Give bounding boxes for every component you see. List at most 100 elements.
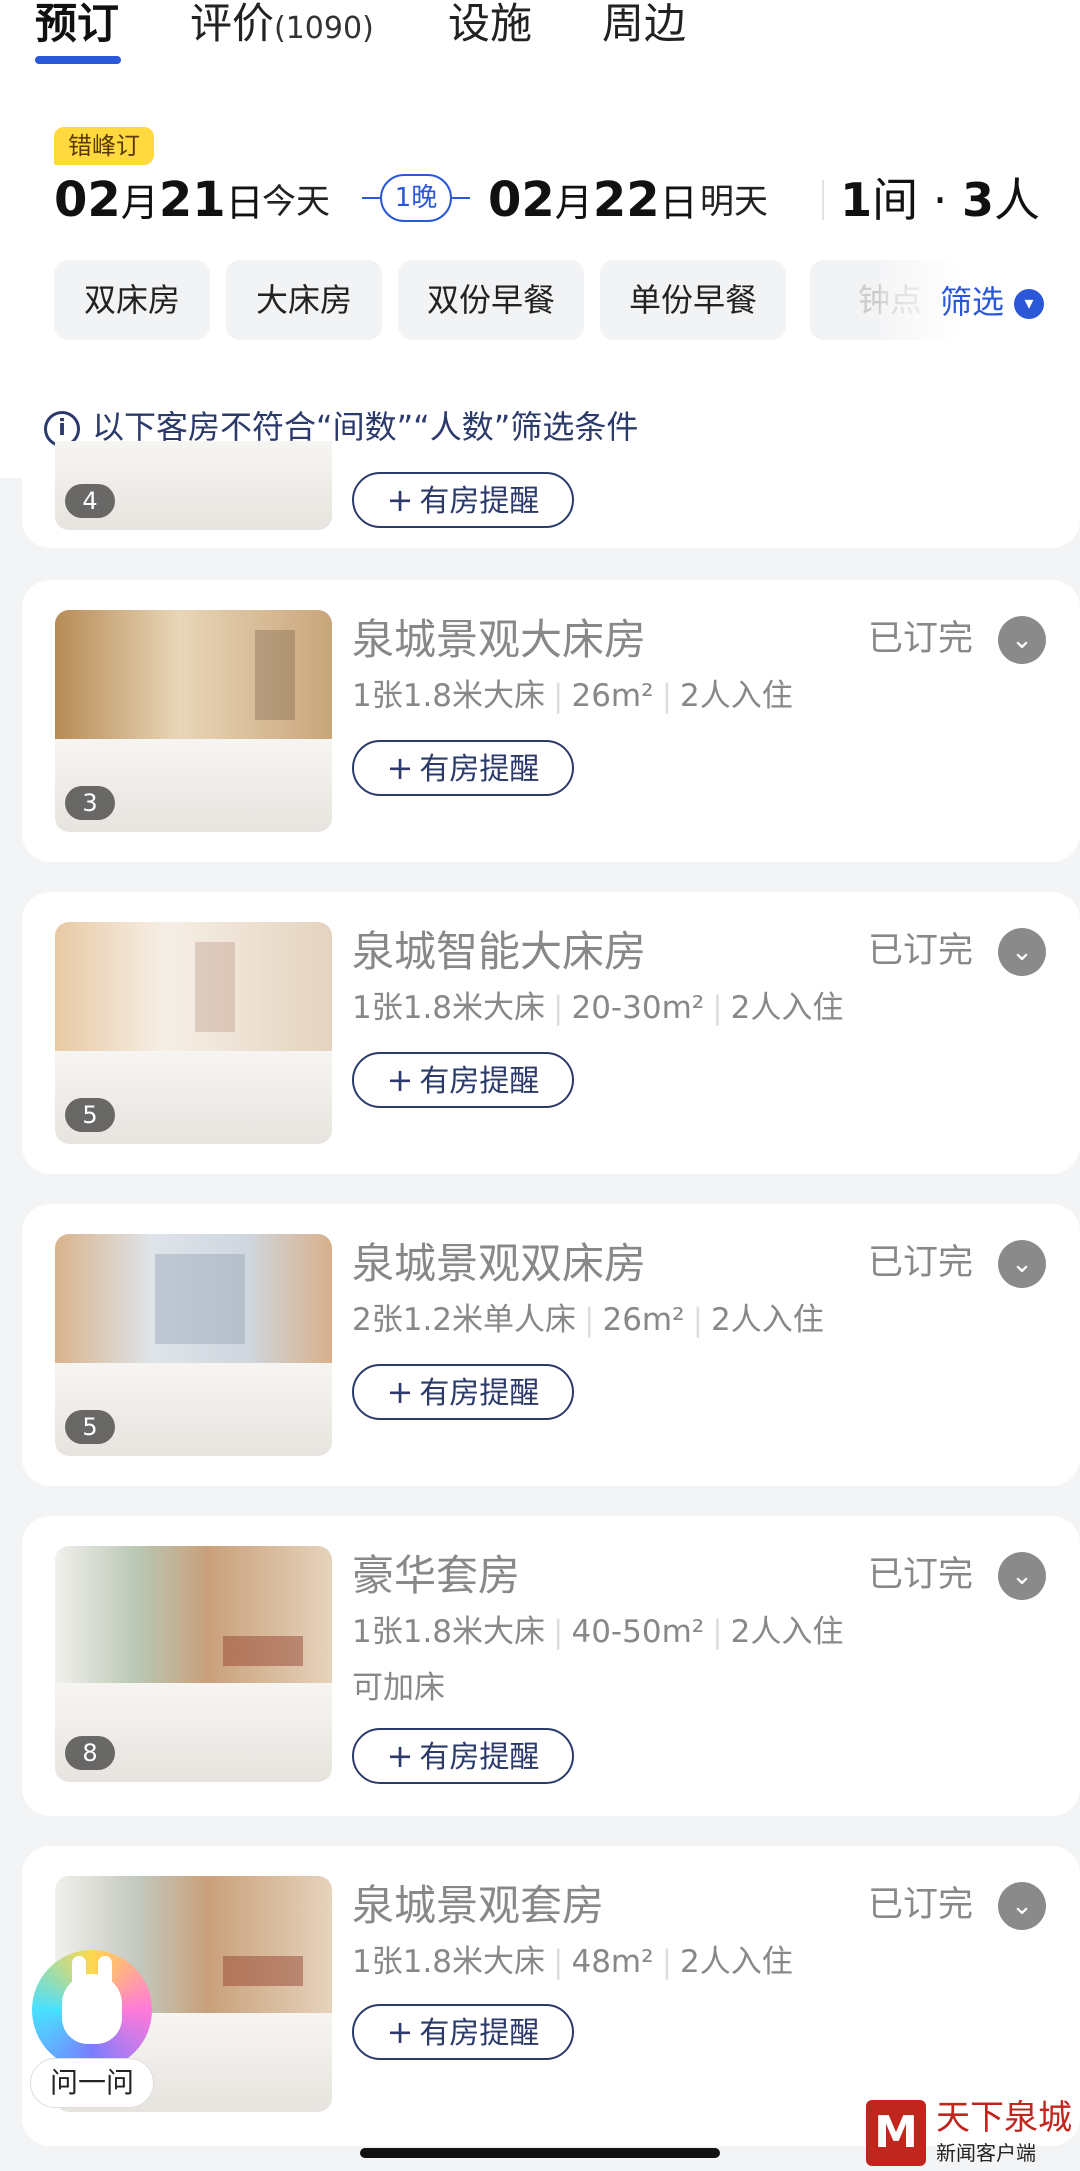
- occupancy: 2人入住: [711, 1302, 824, 1338]
- room-photo[interactable]: 8: [55, 1546, 332, 1782]
- room-card[interactable]: 3 泉城景观大床房 1张1.8米大床 | 26m² | 2人入住 + 有房提醒 已订完 ⌄: [22, 580, 1080, 862]
- room-photo[interactable]: 5: [55, 1234, 332, 1456]
- active-tab-indicator: [35, 56, 121, 64]
- room-name: 泉城景观双床房: [352, 1239, 647, 1288]
- day-unit: 日: [225, 181, 264, 225]
- occupancy: 2人入住: [730, 1614, 844, 1650]
- remind-label: 有房提醒: [419, 2016, 540, 2051]
- rabbit-ear-icon: [98, 1956, 112, 1990]
- room-name: 豪华套房: [352, 1551, 521, 1600]
- offpeak-badge: 错峰订: [54, 127, 154, 165]
- room-alert-button[interactable]: + 有房提醒: [352, 740, 574, 796]
- plus-icon: +: [386, 481, 414, 519]
- chevron-down-icon[interactable]: ⌄: [998, 1240, 1046, 1288]
- checkin-sub: 今天: [262, 182, 330, 222]
- nights-line-left: [362, 197, 380, 199]
- date-divider: [822, 180, 824, 220]
- rabbit-ear-icon: [72, 1956, 86, 1990]
- checkout-sub: 明天: [700, 182, 768, 222]
- tab-reviews[interactable]: 评价(1090): [190, 0, 374, 53]
- room-card[interactable]: 5 泉城景观双床房 2张1.2米单人床 | 26m² | 2人入住 + 有房提醒 已订完 …: [22, 1204, 1080, 1486]
- extra-bed-note: 可加床: [352, 1670, 445, 1706]
- room-alert-button[interactable]: + 有房提醒: [352, 472, 574, 528]
- news-logo-icon: M: [866, 2100, 926, 2166]
- checkin-month: 02: [54, 172, 121, 228]
- tab-booking[interactable]: 预订: [35, 0, 119, 48]
- room-card[interactable]: 5 泉城智能大床房 1张1.8米大床 | 20-30m² | 2人入住 + 有房提醒 已订…: [22, 892, 1080, 1174]
- bed-type: 1张1.8米大床: [352, 1944, 546, 1980]
- room-photo[interactable]: 5: [55, 922, 332, 1144]
- day-unit: 日: [659, 181, 698, 225]
- tab-label: 预订: [35, 0, 120, 48]
- filter-label: 筛选: [940, 283, 1005, 321]
- people-unit: 人: [994, 173, 1040, 227]
- month-unit: 月: [120, 181, 159, 225]
- chevron-down-icon[interactable]: ⌄: [998, 928, 1046, 976]
- rabbit-icon: [62, 1956, 122, 2044]
- rooms-unit: 间: [872, 173, 919, 227]
- rooms-count: 1: [840, 173, 873, 227]
- ask-assistant-label[interactable]: 问一问: [30, 2058, 154, 2108]
- tab-nearby[interactable]: 周边: [602, 0, 686, 48]
- chip-double-breakfast[interactable]: 双份早餐: [398, 260, 584, 340]
- news-watermark: M 天下泉城 新闻客户端: [866, 2096, 1080, 2171]
- room-name: 泉城景观大床房: [352, 615, 647, 664]
- checkout-month: 02: [488, 172, 555, 228]
- plus-icon: +: [386, 1373, 414, 1411]
- photo-art: [195, 942, 235, 1032]
- room-specs: 1张1.8米大床 | 40-50m² | 2人入住: [352, 1614, 844, 1650]
- photo-headboard-panel: [223, 1636, 303, 1666]
- occupancy: 2人入住: [680, 1944, 793, 1980]
- room-area: 26m²: [602, 1302, 685, 1338]
- remind-label: 有房提醒: [419, 1064, 540, 1099]
- room-alert-button[interactable]: + 有房提醒: [352, 1052, 574, 1108]
- plus-icon: +: [386, 2013, 414, 2051]
- watermark-subtitle: 新闻客户端: [936, 2141, 1036, 2165]
- chip-single-breakfast[interactable]: 单份早餐: [600, 260, 786, 340]
- sold-out-status: 已订完: [868, 619, 974, 659]
- photo-count-badge: 4: [65, 484, 115, 518]
- room-area: 48m²: [571, 1944, 654, 1980]
- filter-button[interactable]: 筛选 ▾: [940, 260, 1045, 344]
- photo-count-badge: 5: [65, 1098, 115, 1132]
- room-photo[interactable]: 3: [55, 610, 332, 832]
- sold-out-status: 已订完: [868, 931, 974, 971]
- sold-out-status: 已订完: [868, 1555, 974, 1595]
- room-area: 20-30m²: [571, 990, 705, 1026]
- tab-facilities[interactable]: 设施: [448, 0, 532, 48]
- chevron-down-icon[interactable]: ⌄: [998, 1552, 1046, 1600]
- room-name: 泉城智能大床房: [352, 927, 647, 976]
- home-indicator[interactable]: [360, 2148, 720, 2158]
- occupancy: 2人入住: [680, 678, 793, 714]
- separator-dot: ·: [918, 173, 962, 227]
- photo-headboard-panel: [223, 1956, 303, 1986]
- room-photo[interactable]: 4: [55, 318, 332, 530]
- date-selector[interactable]: 02月21日 今天 1晚 02月22日 明天 1间 · 3人: [0, 168, 1080, 238]
- remind-label: 有房提醒: [419, 484, 540, 519]
- sold-out-status: 已订完: [868, 1243, 974, 1283]
- room-specs: 1张1.8米大床 | 26m² | 2人入住: [352, 678, 793, 714]
- nights-indicator: 1晚: [362, 174, 470, 222]
- chevron-down-icon[interactable]: ⌄: [998, 1882, 1046, 1930]
- remind-label: 有房提醒: [419, 1740, 540, 1775]
- room-card-partial[interactable]: 4 + 有房提醒: [22, 440, 1080, 548]
- people-count: 3: [961, 173, 994, 227]
- bed-type: 1张1.8米大床: [352, 678, 546, 714]
- nights-pill: 1晚: [380, 174, 452, 222]
- ask-assistant-button[interactable]: [32, 1950, 152, 2070]
- month-unit: 月: [554, 181, 593, 225]
- room-area: 40-50m²: [571, 1614, 705, 1650]
- room-alert-button[interactable]: + 有房提醒: [352, 2004, 574, 2060]
- room-alert-button[interactable]: + 有房提醒: [352, 1364, 574, 1420]
- checkout-date[interactable]: 02月22日: [488, 168, 698, 235]
- room-card[interactable]: 8 豪华套房 1张1.8米大床 | 40-50m² | 2人入住 可加床 + 有房提醒 已…: [22, 1516, 1080, 1816]
- chevron-down-icon[interactable]: ⌄: [998, 616, 1046, 664]
- photo-window: [255, 630, 295, 720]
- remind-label: 有房提醒: [419, 1376, 540, 1411]
- rooms-guests-selector[interactable]: 1间 · 3人: [840, 168, 1040, 232]
- review-count: (1090): [274, 11, 374, 46]
- remind-label: 有房提醒: [419, 752, 540, 787]
- checkin-date[interactable]: 02月21日: [54, 168, 264, 235]
- plus-icon: +: [386, 1737, 414, 1775]
- room-alert-button[interactable]: + 有房提醒: [352, 1728, 574, 1784]
